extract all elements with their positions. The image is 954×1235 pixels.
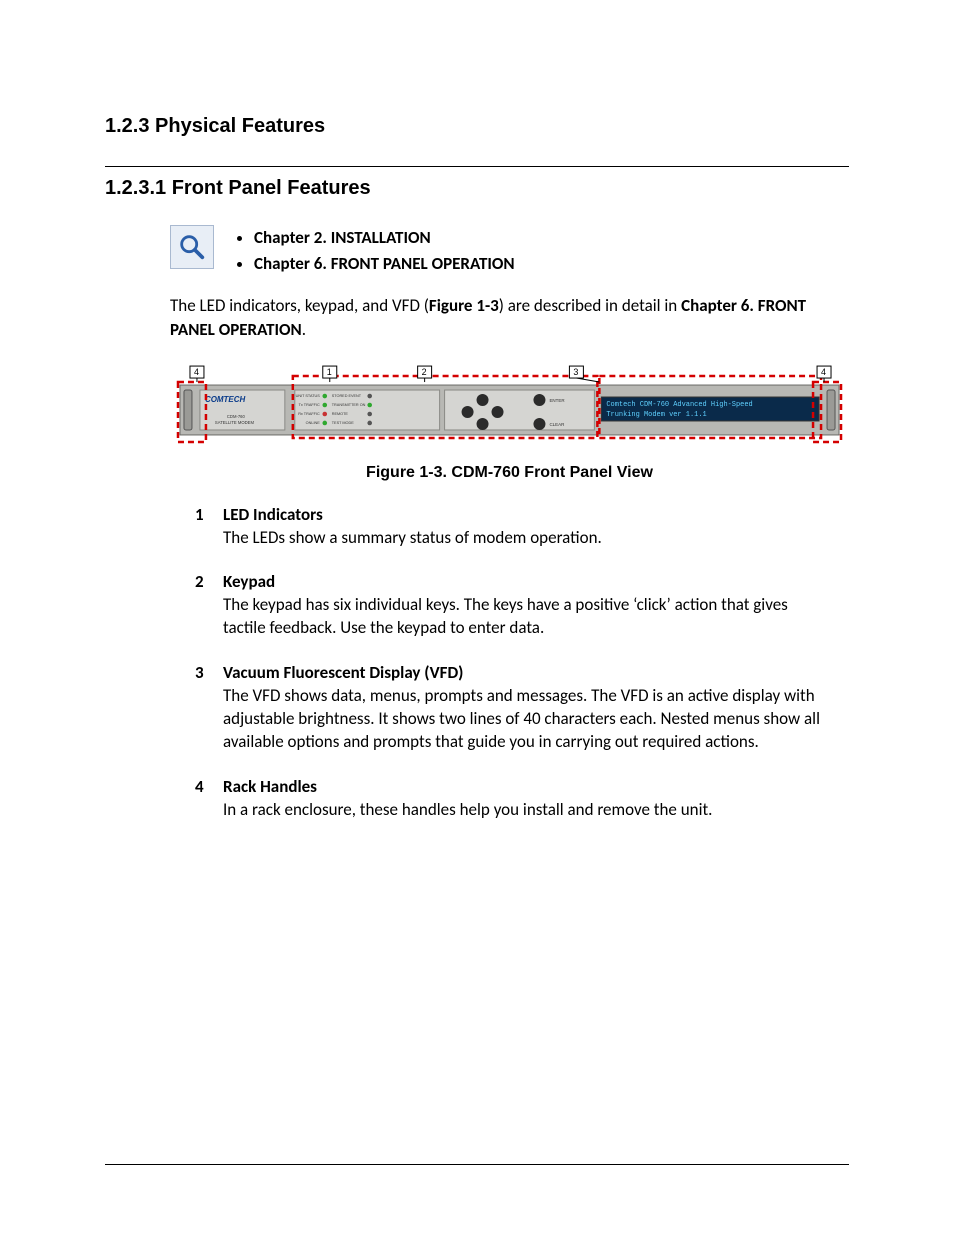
svg-text:ENTER: ENTER <box>549 398 565 403</box>
svg-text:TRANSMITTER ON: TRANSMITTER ON <box>332 403 366 407</box>
intro-text: The LED indicators, keypad, and VFD ( <box>170 295 429 316</box>
footer-rule <box>105 1164 849 1165</box>
svg-text:TEST MODE: TEST MODE <box>332 421 354 425</box>
note-bullets: Chapter 2. INSTALLATION Chapter 6. FRONT… <box>234 225 849 276</box>
intro-text: . <box>302 319 306 340</box>
note-bullet: Chapter 6. FRONT PANEL OPERATION <box>254 251 849 277</box>
subsection-heading: 1.2.3.1 Front Panel Features <box>105 177 849 200</box>
item-number: 4 <box>195 776 209 822</box>
vfd-line2: Trunking Modem ver 1.1.1 <box>606 411 706 419</box>
svg-text:CLEAR: CLEAR <box>549 422 565 427</box>
note-bullet: Chapter 2. INSTALLATION <box>254 225 849 251</box>
feature-list: 1 LED Indicators The LEDs show a summary… <box>195 504 829 822</box>
item-desc: The VFD shows data, menus, prompts and m… <box>223 685 820 752</box>
item-desc: In a rack enclosure, these handles help … <box>223 799 712 820</box>
figure-reference: Figure 1-3 <box>429 295 499 316</box>
section-heading: 1.2.3 Physical Features <box>105 115 849 138</box>
subsection-container: 1.2.3.1 Front Panel Features <box>105 166 849 200</box>
svg-text:Rx TRAFFIC: Rx TRAFFIC <box>298 412 320 416</box>
note-row: Chapter 2. INSTALLATION Chapter 6. FRONT… <box>170 225 849 276</box>
model-text: SATELLITE MODEM <box>215 420 255 425</box>
figure-caption: Figure 1-3. CDM-760 Front Panel View <box>170 464 849 482</box>
svg-text:ONLINE: ONLINE <box>306 421 321 425</box>
figure-front-panel: COMTECH CDM-760 SATELLITE MODEM UNIT STA… <box>170 362 849 452</box>
intro-paragraph: The LED indicators, keypad, and VFD (Fig… <box>170 294 849 342</box>
svg-text:Tx TRAFFIC: Tx TRAFFIC <box>299 403 320 407</box>
brand-text: COMTECH <box>205 395 246 404</box>
item-number: 2 <box>195 571 209 640</box>
svg-text:REMOTE: REMOTE <box>332 412 349 416</box>
item-title: LED Indicators <box>223 504 602 527</box>
item-desc: The keypad has six individual keys. The … <box>223 594 788 638</box>
svg-text:4: 4 <box>821 367 826 377</box>
vfd-line1: Comtech CDM-760 Advanced High-Speed <box>606 401 752 409</box>
item-title: Vacuum Fluorescent Display (VFD) <box>223 662 829 685</box>
item-desc: The LEDs show a summary status of modem … <box>223 527 602 548</box>
svg-text:4: 4 <box>194 367 199 377</box>
list-item: 4 Rack Handles In a rack enclosure, thes… <box>195 776 829 822</box>
list-item: 2 Keypad The keypad has six individual k… <box>195 571 829 640</box>
svg-text:1: 1 <box>327 367 332 377</box>
svg-text:2: 2 <box>422 367 427 377</box>
list-item: 3 Vacuum Fluorescent Display (VFD) The V… <box>195 662 829 754</box>
model-text: CDM-760 <box>227 414 246 419</box>
magnifier-icon <box>170 225 214 269</box>
intro-text: ) are described in detail in <box>499 295 681 316</box>
list-item: 1 LED Indicators The LEDs show a summary… <box>195 504 829 550</box>
svg-text:STORED EVENT: STORED EVENT <box>332 394 362 398</box>
item-number: 3 <box>195 662 209 754</box>
item-title: Keypad <box>223 571 829 594</box>
svg-text:3: 3 <box>573 367 578 377</box>
svg-text:UNIT STATUS: UNIT STATUS <box>296 394 321 398</box>
front-panel-svg: COMTECH CDM-760 SATELLITE MODEM UNIT STA… <box>170 362 849 452</box>
item-title: Rack Handles <box>223 776 712 799</box>
item-number: 1 <box>195 504 209 550</box>
